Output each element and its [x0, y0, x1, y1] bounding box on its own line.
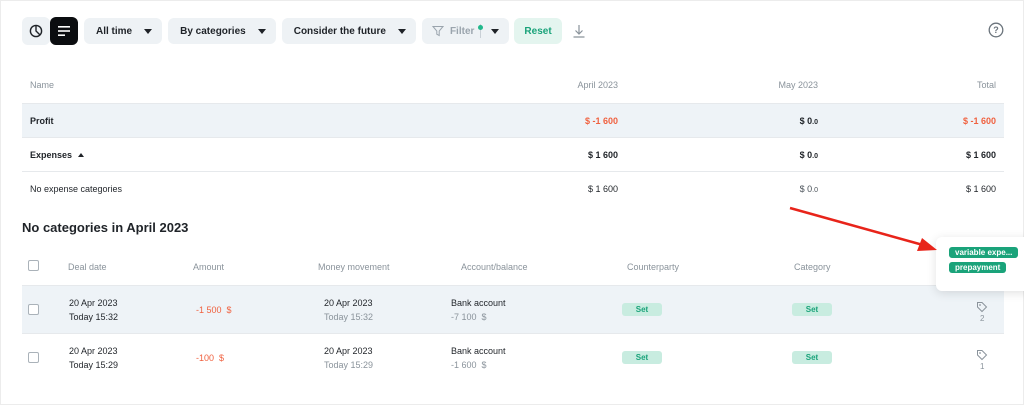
tag-chip-variable-expenses[interactable]: variable expe...: [949, 247, 1019, 258]
filter-control: Filter: [421, 18, 510, 44]
header-april: April 2023: [577, 80, 618, 90]
select-all-checkbox[interactable]: [28, 260, 39, 271]
transactions-header: Deal date Amount Money movement Account/…: [22, 259, 1004, 275]
set-category-button[interactable]: Set: [792, 351, 832, 364]
table-row[interactable]: 20 Apr 2023 Today 15:29 -100 $ 20 Apr 20…: [22, 333, 1004, 381]
profit-april: $ -1 600: [584, 116, 618, 126]
money-movement-time: Today 15:32: [324, 312, 374, 322]
profit-total: $ -1 600: [962, 116, 996, 126]
no-expense-may: $ 0.0: [800, 184, 818, 194]
expenses-may: $ 0.0: [800, 150, 818, 160]
summary-header: Name April 2023 May 2023 Total: [22, 80, 1004, 96]
no-expense-may-int: $ 0: [799, 184, 813, 194]
reset-button[interactable]: Reset: [514, 18, 562, 44]
header-category: Category: [794, 262, 831, 272]
header-counterparty: Counterparty: [627, 262, 680, 272]
filter-icon: [431, 26, 444, 37]
expenses-row[interactable]: Expenses $ 1 600 $ 0.0 $ 1 600: [22, 137, 1004, 172]
profit-may-dec: .0: [812, 119, 818, 126]
tag-icon[interactable]: [976, 349, 988, 361]
deal-date: 20 Apr 2023: [69, 346, 118, 356]
expenses-total: $ 1 600: [965, 150, 996, 160]
amount: -1 500 $: [196, 305, 232, 315]
expenses-toggle[interactable]: Expenses: [30, 150, 85, 160]
header-may: May 2023: [778, 80, 818, 90]
account-name: Bank account: [451, 346, 506, 356]
future-dropdown[interactable]: Consider the future: [281, 18, 416, 44]
set-counterparty-button[interactable]: Set: [622, 303, 662, 316]
expenses-label: Expenses: [30, 150, 73, 160]
table-row[interactable]: 20 Apr 2023 Today 15:32 -1 500 $ 20 Apr …: [22, 285, 1004, 333]
no-expense-april: $ 1 600: [587, 184, 618, 194]
tag-count: 1: [980, 362, 985, 371]
header-name: Name: [30, 80, 55, 90]
money-movement-date: 20 Apr 2023: [324, 298, 373, 308]
amount: -100 $: [196, 353, 225, 363]
header-account: Account/balance: [461, 262, 528, 272]
filter-button[interactable]: Filter: [422, 25, 483, 37]
download-icon: [573, 25, 585, 38]
period-label: All time: [96, 25, 133, 37]
pie-chart-icon: [29, 24, 43, 38]
deal-time: Today 15:32: [69, 312, 119, 322]
money-movement-date: 20 Apr 2023: [324, 346, 373, 356]
list-icon: [58, 26, 70, 36]
profit-label: Profit: [30, 116, 54, 126]
header-total: Total: [976, 80, 996, 90]
profit-may: $ 0.0: [800, 116, 818, 126]
profit-row: Profit $ -1 600 $ 0.0 $ -1 600: [22, 103, 1004, 138]
chevron-down-icon: [144, 28, 153, 34]
chevron-down-icon: [397, 28, 406, 34]
expenses-may-dec: .0: [812, 153, 818, 160]
tag-icon[interactable]: [976, 301, 988, 313]
expenses-april: $ 1 600: [587, 150, 618, 160]
account-name: Bank account: [451, 298, 506, 308]
money-movement-time: Today 15:29: [324, 360, 374, 370]
header-amount: Amount: [193, 262, 225, 272]
header-deal-date: Deal date: [68, 262, 107, 272]
help-icon[interactable]: ?: [988, 22, 1004, 38]
chevron-up-icon: [78, 153, 85, 157]
set-counterparty-button[interactable]: Set: [622, 351, 662, 364]
chevron-down-icon: [257, 28, 266, 34]
grouping-label: By categories: [180, 25, 246, 37]
row-checkbox[interactable]: [28, 352, 39, 363]
no-expense-may-dec: .0: [812, 187, 818, 194]
toolbar: All time By categories Consider the futu…: [22, 17, 586, 45]
account-balance: -7 100 $: [451, 312, 487, 322]
deal-time: Today 15:29: [69, 360, 119, 370]
filter-label: Filter: [449, 25, 475, 37]
account-balance: -1 600 $: [451, 360, 487, 370]
svg-text:?: ?: [993, 25, 999, 35]
period-dropdown[interactable]: All time: [84, 18, 163, 44]
table-view-button[interactable]: [50, 17, 78, 45]
annotation-arrow: [789, 206, 937, 251]
deal-date: 20 Apr 2023: [69, 298, 118, 308]
row-checkbox[interactable]: [28, 304, 39, 315]
tag-count: 2: [980, 314, 985, 323]
tags-popover: variable expe... prepayment: [936, 237, 1024, 291]
expenses-may-int: $ 0: [799, 150, 813, 160]
grouping-dropdown[interactable]: By categories: [168, 18, 276, 44]
header-money-movement: Money movement: [318, 262, 390, 272]
filter-dropdown-toggle[interactable]: [481, 28, 509, 34]
filter-active-dot: [477, 25, 483, 30]
profit-may-int: $ 0: [799, 116, 813, 126]
section-title: No categories in April 2023: [22, 220, 189, 235]
no-expense-total: $ 1 600: [965, 184, 996, 194]
download-button[interactable]: [572, 23, 586, 39]
no-expense-label: No expense categories: [30, 184, 123, 194]
chart-view-button[interactable]: [22, 17, 50, 45]
tag-chip-prepayment[interactable]: prepayment: [949, 262, 1007, 273]
chevron-down-icon: [491, 28, 500, 34]
future-label: Consider the future: [293, 25, 386, 37]
set-category-button[interactable]: Set: [792, 303, 832, 316]
